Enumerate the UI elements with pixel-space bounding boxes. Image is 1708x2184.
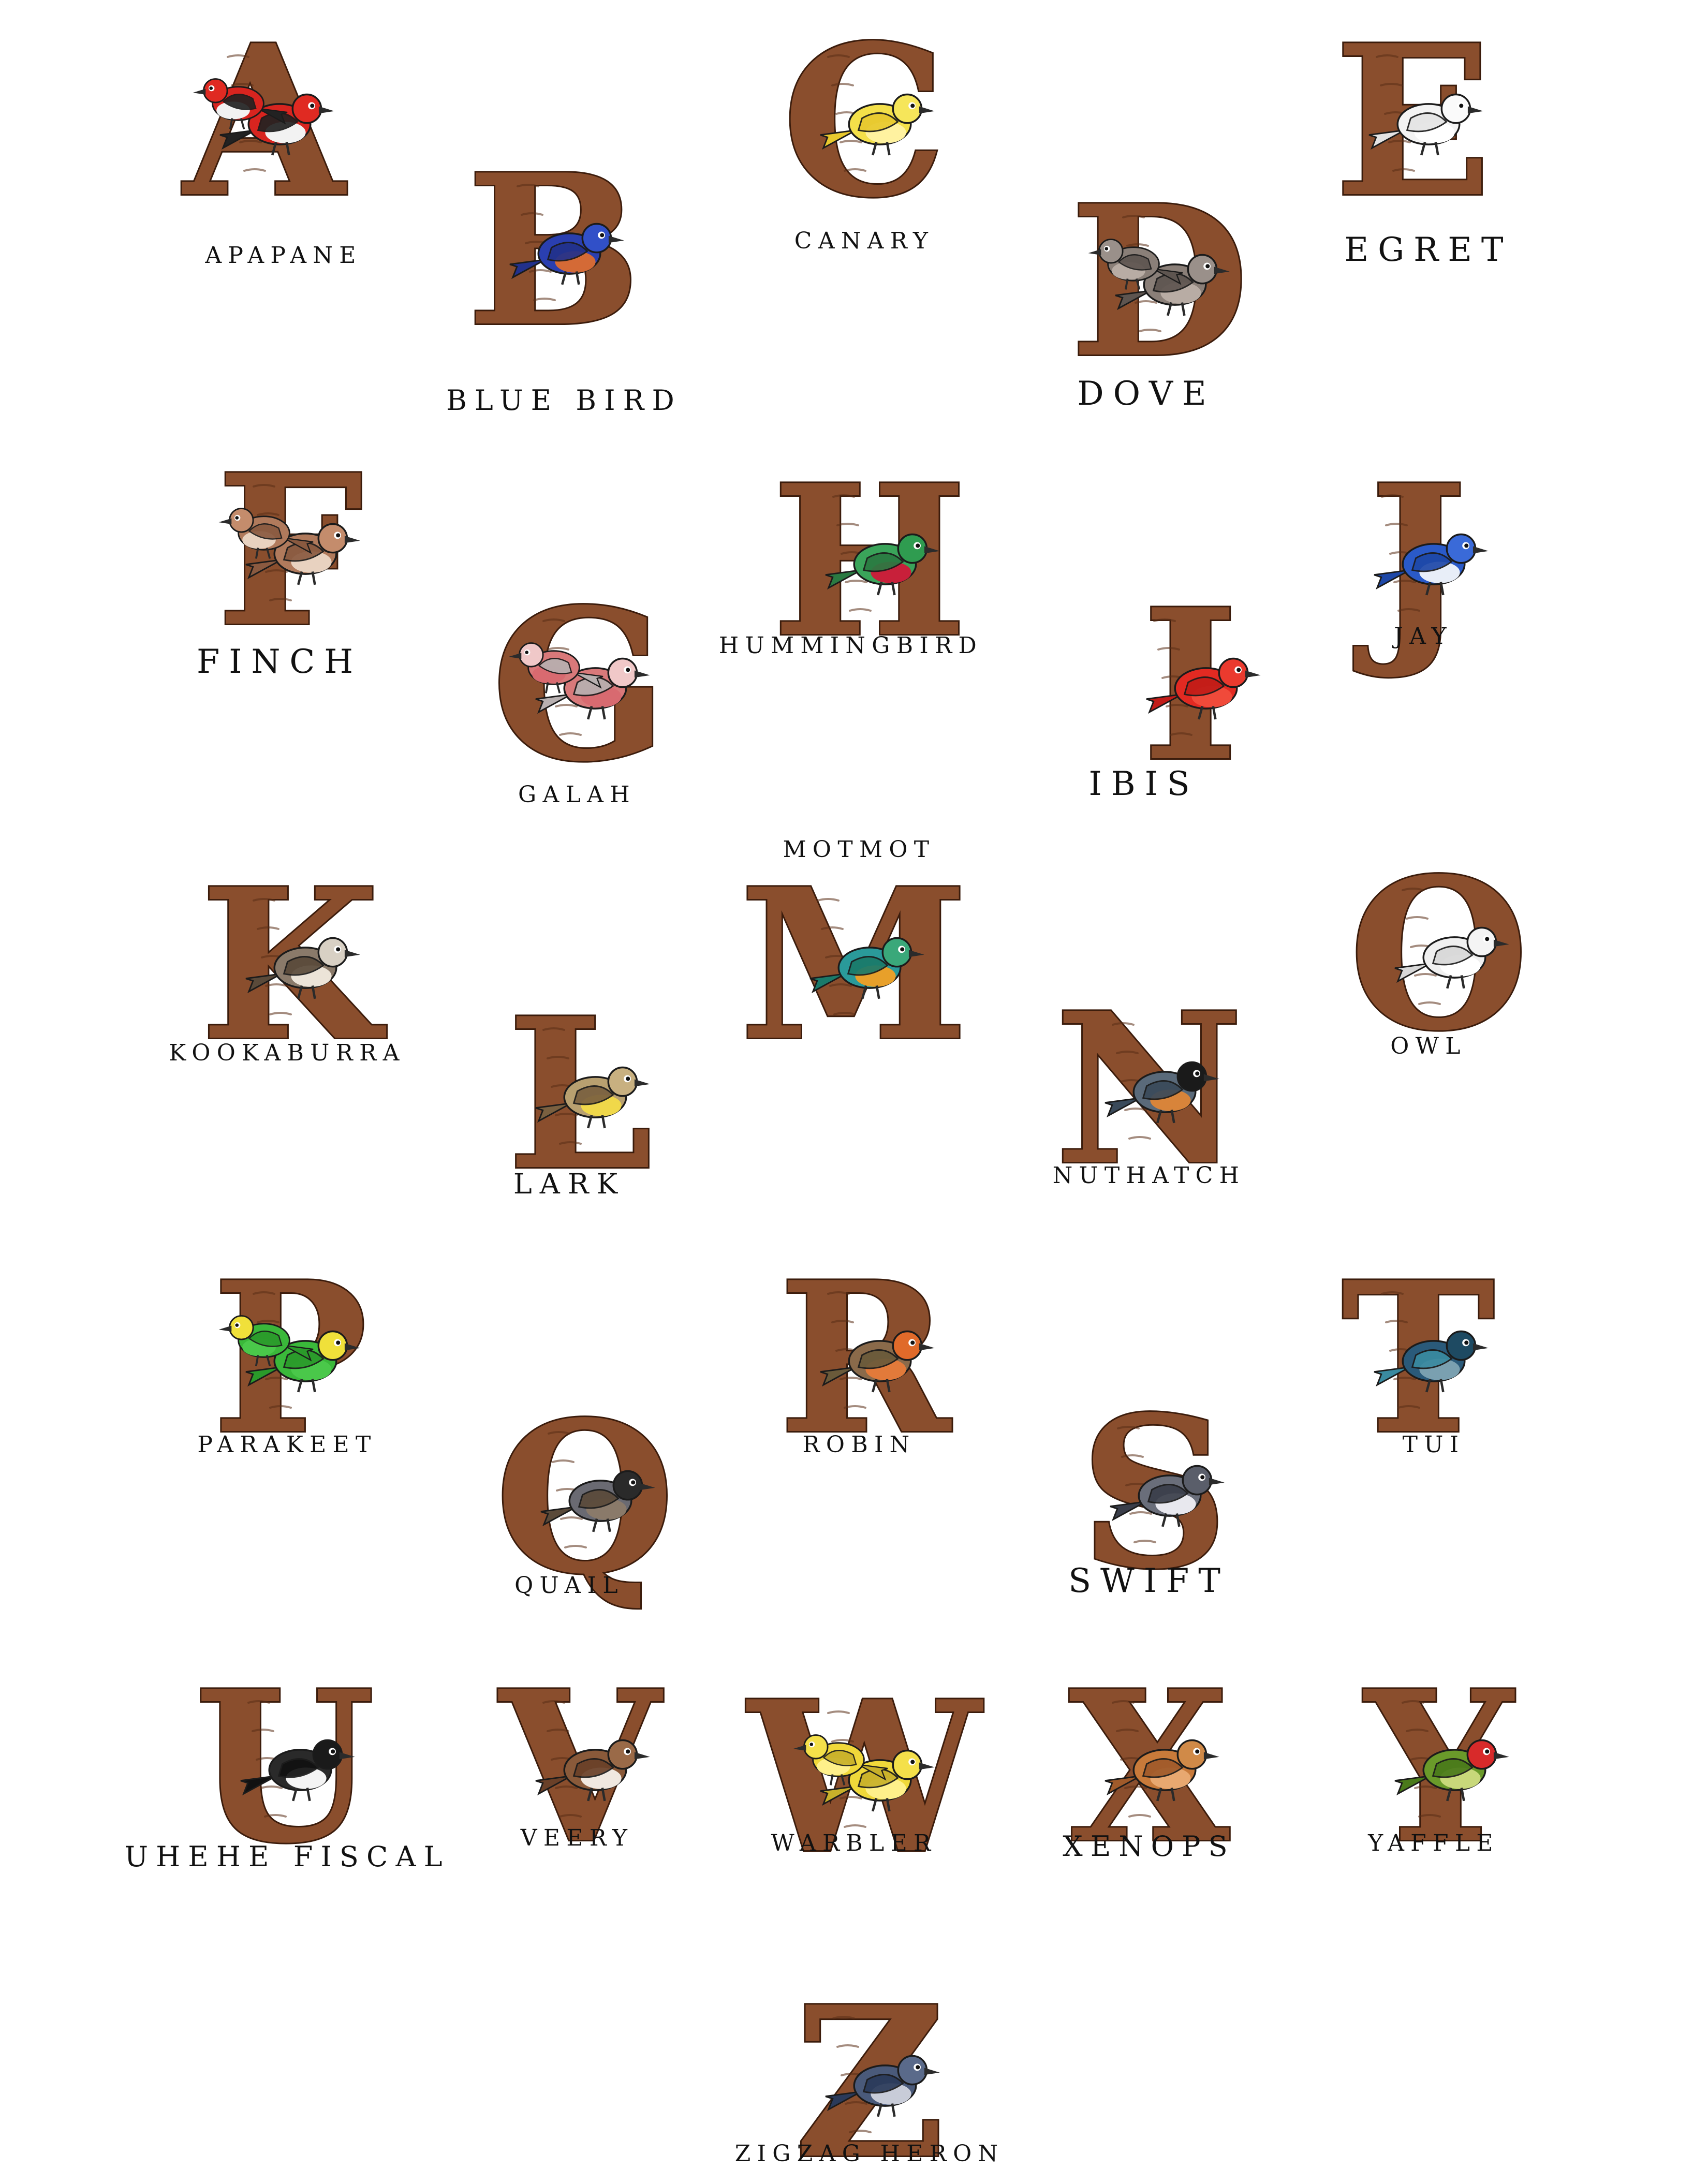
branch-letter-illustration: E (1333, 0, 1494, 245)
branch-letter-illustration: U (193, 1644, 377, 1891)
letter-tile-h: H (756, 435, 983, 685)
caption-owl: Owl (1390, 1033, 1467, 1059)
branch-letter-illustration: T (1339, 1235, 1497, 1482)
caption-blue-bird: Blue Bird (446, 384, 682, 417)
branch-letter-illustration: P (211, 1235, 370, 1482)
branch-letter-illustration: H (770, 438, 969, 685)
letter-tile-d: D (1046, 155, 1273, 405)
branch-letter-illustration: K (198, 842, 389, 1088)
letter-tile-o: O (1325, 828, 1553, 1078)
caption-nuthatch: Nuthatch (1052, 1162, 1246, 1189)
letter-tile-l: L (466, 968, 694, 1218)
caption-kookaburra: Kookaburra (169, 1040, 406, 1066)
letter-tile-r: R (750, 1232, 978, 1482)
branch-letter-illustration: R (777, 1235, 955, 1482)
caption-tui: Tui (1402, 1432, 1465, 1458)
caption-motmot: Motmot (783, 836, 936, 863)
caption-robin: Robin (802, 1432, 916, 1458)
branch-letter-illustration: Q (493, 1375, 676, 1621)
caption-zigzag-heron: Zigzag Heron (734, 2141, 1005, 2167)
letter-tile-m: M (738, 838, 970, 1088)
caption-xenops: Xenops (1063, 1830, 1235, 1863)
letter-tile-f: F (176, 424, 404, 674)
letter-tile-g: G (466, 559, 694, 809)
caption-finch: Finch (196, 643, 363, 681)
caption-lark: Lark (513, 1168, 626, 1200)
caption-swift: Swift (1068, 1562, 1230, 1600)
branch-letter-illustration: N (1053, 966, 1245, 1213)
letter-tile-p: P (176, 1232, 404, 1482)
letter-tile-e: E (1299, 0, 1527, 245)
caption-jay: Jay (1394, 623, 1453, 650)
branch-letter-illustration: G (490, 563, 670, 809)
letter-tile-c: C (750, 0, 978, 245)
caption-canary: Canary (794, 228, 935, 254)
branch-letter-illustration: F (215, 428, 365, 674)
caption-egret: Egret (1344, 231, 1513, 269)
branch-letter-illustration: B (465, 128, 643, 374)
caption-hummingbird: Hummingbird (718, 632, 983, 659)
branch-letter-illustration: O (1347, 832, 1530, 1078)
letter-tile-a: A (150, 0, 378, 245)
branch-letter-illustration: C (781, 0, 948, 245)
branch-letter-illustration: M (738, 842, 970, 1088)
letter-tile-i: I (1077, 559, 1304, 809)
letter-tile-u: U (171, 1641, 399, 1891)
caption-apapane: Apapane (205, 242, 362, 269)
branch-letter-illustration: A (179, 0, 350, 245)
letter-tile-k: K (176, 838, 404, 1088)
letter-tile-n: N (1035, 963, 1263, 1213)
caption-ibis: Ibis (1088, 765, 1199, 803)
branch-letter-illustration: D (1068, 159, 1251, 405)
letter-tile-s: S (1040, 1366, 1268, 1616)
branch-letter-illustration: L (505, 971, 654, 1218)
letter-tile-b: B (440, 124, 668, 374)
branch-letter-illustration: S (1078, 1370, 1231, 1616)
letter-tile-t: T (1304, 1232, 1532, 1482)
caption-warbler: Warbler (771, 1830, 937, 1856)
caption-parakeet: Parakeet (197, 1432, 377, 1458)
caption-veery: Veery (520, 1825, 634, 1851)
caption-yaffle: Yaffle (1368, 1830, 1499, 1856)
bird-alphabet-poster: { "entries": [ {"letter": "A", "name": "… (0, 0, 1708, 2184)
caption-uhehe-fiscal: Uhehe Fiscal (124, 1840, 450, 1873)
caption-dove: Dove (1077, 375, 1216, 413)
caption-galah: Galah (518, 781, 636, 808)
branch-letter-illustration: I (1140, 563, 1261, 809)
letter-tile-q: Q (471, 1371, 699, 1621)
caption-quail: Quail (514, 1572, 624, 1599)
